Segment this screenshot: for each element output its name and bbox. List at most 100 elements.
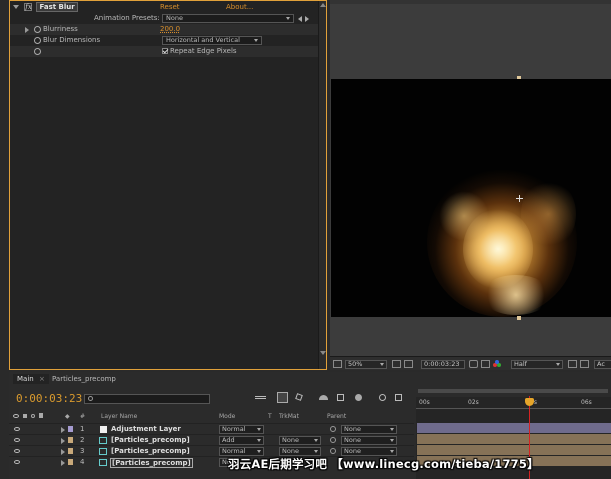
show-snapshot-icon[interactable] [481,360,490,368]
solo-icon [30,414,35,418]
expand-triangle-icon[interactable] [61,438,65,444]
work-area-bar[interactable] [416,386,611,397]
layer-handle-bottom[interactable] [517,316,521,320]
label-color-swatch[interactable] [68,437,73,443]
tab-particles-precomp[interactable]: Particles_precomp [48,374,120,384]
work-area-range[interactable] [418,389,608,393]
animation-presets-value: None [166,14,183,22]
expand-triangle-icon[interactable] [61,449,65,455]
blend-mode-dropdown[interactable]: Add [219,436,264,445]
zoom-dropdown[interactable]: 50% [345,360,387,369]
layer-name-column-header[interactable]: Layer Name [101,412,137,421]
precomp-icon [99,437,107,444]
table-row[interactable]: 2 [Particles_precomp] Add None None [9,434,414,445]
ruler-label: 06s [581,399,592,406]
animation-presets-dropdown[interactable]: None [162,14,294,23]
eye-icon[interactable] [14,438,20,442]
tab-main[interactable]: Main × [13,374,49,384]
expand-triangle-icon[interactable] [61,427,65,433]
parent-dropdown[interactable]: None [341,436,397,445]
chevron-down-icon [257,439,261,442]
table-row[interactable]: 1 Adjustment Layer Normal None [9,423,414,434]
lock-icon [38,413,43,418]
brainstorm-icon[interactable] [393,392,404,403]
effect-controls-scrollbar[interactable] [318,1,326,369]
expand-triangle-icon[interactable] [61,460,65,466]
stopwatch-icon[interactable] [34,48,41,55]
layer-duration-bar[interactable] [417,423,611,433]
timecode-button[interactable]: 0:00:03:23 [421,360,465,369]
expand-triangle-icon[interactable] [25,27,29,33]
scroll-up-icon[interactable] [320,3,326,7]
fast-blur-effect-row[interactable]: fx Fast Blur Reset About... [10,2,326,13]
safe-zones-icon[interactable] [392,360,401,368]
repeat-edge-pixels-checkbox[interactable]: Repeat Edge Pixels [162,46,237,57]
reset-link[interactable]: Reset [160,2,180,13]
active-camera-value: Ac [597,360,605,368]
trkmat-value: None [282,447,299,455]
parent-dropdown[interactable]: None [341,425,397,434]
motion-blur-icon[interactable] [353,392,364,403]
layer-duration-bar[interactable] [417,445,611,455]
next-preset-icon[interactable] [305,16,309,22]
viewer-top-strip [330,0,611,4]
blur-dimensions-dropdown[interactable]: Horizontal and Vertical [162,36,262,45]
blend-mode-value: Add [222,436,235,444]
stopwatch-icon[interactable] [34,37,41,44]
camera-snapshot-icon[interactable] [469,360,478,368]
anchor-point-icon[interactable] [516,195,523,202]
region-of-interest-icon[interactable] [568,360,577,368]
blurriness-value[interactable]: 200.0 [160,24,180,35]
blend-mode-dropdown[interactable]: Normal [219,425,264,434]
pick-whip-icon[interactable] [330,426,336,432]
composition-canvas[interactable] [331,79,611,317]
trkmat-dropdown[interactable]: None [279,436,321,445]
number-column-header: # [80,413,86,420]
effect-name[interactable]: Fast Blur [36,2,78,12]
trkmat-dropdown[interactable]: None [279,447,321,456]
parent-dropdown[interactable]: None [341,447,397,456]
eye-icon[interactable] [14,460,20,464]
about-link[interactable]: About... [226,2,253,13]
pick-whip-icon[interactable] [330,448,336,454]
eye-icon[interactable] [14,427,20,431]
channel-icon[interactable] [493,360,502,368]
graph-editor-icon[interactable] [377,392,388,403]
collapse-triangle-icon[interactable] [13,5,19,9]
blend-mode-value: Normal [222,447,246,455]
label-color-swatch[interactable] [68,426,73,432]
live-update-icon[interactable] [277,392,288,403]
chevron-down-icon [390,428,394,431]
stopwatch-icon[interactable] [34,26,41,33]
always-preview-icon[interactable] [333,360,342,368]
eye-icon[interactable] [14,449,20,453]
resolution-dropdown[interactable]: Half [511,360,563,369]
ruler-label: 00s [419,399,430,406]
current-time-display[interactable]: 0:00:03:23 [16,392,82,405]
active-camera-dropdown[interactable]: Ac [594,360,611,369]
label-color-swatch[interactable] [68,448,73,454]
layer-duration-bar[interactable] [417,434,611,444]
layer-name[interactable]: [Particles_precomp] [110,458,193,468]
layer-number: 4 [80,458,85,466]
pick-whip-icon[interactable] [330,437,336,443]
close-icon[interactable]: × [39,375,45,383]
scroll-down-icon[interactable] [320,351,326,355]
table-row[interactable]: 3 [Particles_precomp] Normal None None [9,445,414,456]
tab-main-label: Main [17,375,34,383]
previous-preset-icon[interactable] [298,16,302,22]
frame-blending-icon[interactable] [335,392,346,403]
fx-toggle-icon[interactable]: fx [24,3,33,11]
layer-type-icon [100,426,107,433]
mode-column-header: Mode [219,413,236,420]
transparency-grid-icon[interactable] [580,360,589,368]
chevron-down-icon [390,439,394,442]
label-tag-icon: ◆ [65,413,70,420]
hide-shy-layers-icon[interactable] [318,392,329,403]
layer-search-input[interactable] [84,394,210,404]
blend-mode-dropdown[interactable]: Normal [219,447,264,456]
draft-3d-icon[interactable] [294,392,305,403]
label-color-swatch[interactable] [68,459,73,465]
composition-mini-flowchart-icon[interactable] [255,392,266,403]
grid-icon[interactable] [404,360,413,368]
